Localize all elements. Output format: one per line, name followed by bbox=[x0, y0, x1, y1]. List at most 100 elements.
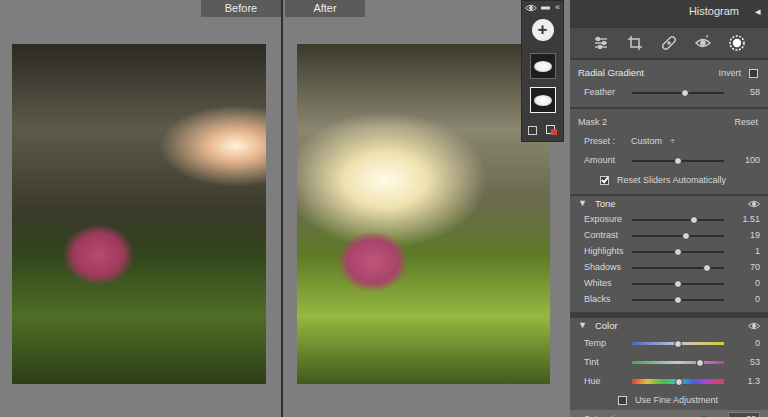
invert-checkbox[interactable] bbox=[749, 69, 758, 78]
slider-value[interactable]: 70 bbox=[728, 261, 760, 275]
slider-row[interactable]: Shadows 70 bbox=[570, 260, 768, 276]
slider-track[interactable] bbox=[632, 267, 724, 269]
slider-track[interactable] bbox=[632, 160, 724, 162]
slider-value[interactable]: 19 bbox=[728, 229, 760, 243]
after-photo bbox=[297, 44, 550, 384]
radial-gradient-section: Radial GradientInvertFeather58 bbox=[570, 58, 768, 107]
mask-title: Mask 2 bbox=[578, 116, 607, 130]
slider-thumb[interactable] bbox=[675, 378, 683, 386]
slider-label: Temp bbox=[584, 337, 628, 351]
slider-row[interactable]: Feather58 bbox=[570, 83, 768, 103]
collapse-button[interactable]: « bbox=[555, 1, 560, 15]
mask-thumbnail[interactable] bbox=[530, 87, 556, 113]
slider-label: Saturation bbox=[584, 413, 628, 417]
radial-header: Radial GradientInvert bbox=[570, 64, 768, 83]
reset-button[interactable]: Reset bbox=[734, 116, 758, 130]
masks-toolbar: « bbox=[522, 1, 563, 15]
slider-track[interactable] bbox=[632, 361, 724, 364]
invert-toggle[interactable]: Invert bbox=[718, 67, 758, 81]
slider-row[interactable]: Highlights 1 bbox=[570, 244, 768, 260]
color-toggle[interactable]: ▼ bbox=[578, 319, 587, 333]
slider-thumb[interactable] bbox=[682, 232, 690, 240]
slider-row[interactable]: Blacks0 bbox=[570, 292, 768, 308]
slider-value[interactable]: 1.3 bbox=[728, 375, 760, 389]
overlay-checkbox[interactable] bbox=[528, 126, 537, 135]
slider-value[interactable]: 100 bbox=[728, 154, 760, 168]
crop-icon[interactable] bbox=[626, 34, 644, 52]
histogram-title[interactable]: Histogram bbox=[689, 3, 739, 20]
slider-track[interactable] bbox=[632, 379, 724, 384]
auto-reset-toggle[interactable]: Reset Sliders Automatically bbox=[570, 171, 768, 190]
mask-thumbnail[interactable] bbox=[530, 53, 556, 79]
slider-value[interactable]: 0 bbox=[728, 277, 760, 291]
slider-thumb[interactable] bbox=[674, 340, 682, 348]
slider-thumb[interactable] bbox=[700, 416, 708, 417]
minimize-icon[interactable] bbox=[541, 6, 550, 10]
masks-panel: «+ bbox=[521, 0, 564, 142]
slider-row[interactable]: Hue1.3 bbox=[570, 372, 768, 391]
slider-thumb[interactable] bbox=[674, 296, 682, 304]
slider-track[interactable] bbox=[632, 251, 724, 253]
eye-icon[interactable] bbox=[525, 4, 537, 12]
preset-value[interactable]: Custom bbox=[631, 135, 662, 149]
edit-icon[interactable] bbox=[592, 34, 610, 52]
slider-value[interactable]: 53 bbox=[728, 356, 760, 370]
color-header[interactable]: ▼ Color bbox=[570, 318, 768, 334]
slider-track[interactable] bbox=[632, 342, 724, 345]
slider-label: Contrast bbox=[584, 229, 628, 243]
slider-thumb[interactable] bbox=[681, 89, 689, 97]
slider-thumb[interactable] bbox=[674, 248, 682, 256]
compare-divider[interactable] bbox=[281, 0, 283, 417]
slider-thumb[interactable] bbox=[696, 359, 704, 367]
add-mask-button[interactable]: + bbox=[532, 19, 554, 41]
slider-row[interactable]: Temp 0 bbox=[570, 334, 768, 353]
masks-footer bbox=[522, 123, 563, 137]
slider-value[interactable]: 58 bbox=[728, 86, 760, 100]
slider-value[interactable]: 1.51 bbox=[728, 213, 760, 227]
slider-thumb[interactable] bbox=[690, 216, 698, 224]
preset-label: Preset : bbox=[584, 135, 615, 149]
heal-icon[interactable] bbox=[660, 34, 678, 52]
eye-icon[interactable] bbox=[748, 200, 760, 208]
slider-track[interactable] bbox=[632, 92, 724, 94]
slider-thumb[interactable] bbox=[674, 280, 682, 288]
slider-thumb[interactable] bbox=[674, 157, 682, 165]
slider-label: Shadows bbox=[584, 261, 628, 275]
slider-row[interactable]: Saturation 60 bbox=[570, 410, 768, 417]
slider-value[interactable]: 60 bbox=[728, 412, 760, 417]
slider-thumb[interactable] bbox=[703, 264, 711, 272]
slider-row[interactable]: Contrast 19 bbox=[570, 228, 768, 244]
slider-track[interactable] bbox=[632, 283, 724, 285]
eye-icon[interactable] bbox=[748, 322, 760, 330]
color-title: Color bbox=[595, 319, 618, 333]
histogram-header[interactable]: Histogram ◂ bbox=[570, 0, 768, 22]
redeye-icon[interactable] bbox=[694, 34, 712, 52]
slider-row[interactable]: Exposure1.51 bbox=[570, 212, 768, 228]
slider-track[interactable] bbox=[632, 299, 724, 301]
slider-label: Whites bbox=[584, 277, 628, 291]
preset-arrow[interactable]: ÷ bbox=[670, 135, 675, 149]
slider-value[interactable]: 1 bbox=[728, 245, 760, 259]
tone-toggle[interactable]: ▼ bbox=[578, 197, 587, 211]
overlay-color-icon[interactable] bbox=[546, 125, 557, 135]
mask-section: Mask 2 Reset Preset : Custom ÷ Amount100Reset… bbox=[570, 107, 768, 194]
slider-row[interactable]: Amount100 bbox=[570, 151, 768, 171]
tool-strip bbox=[570, 28, 768, 58]
tone-header[interactable]: ▼Tone bbox=[570, 196, 768, 212]
slider-track[interactable] bbox=[632, 235, 724, 237]
histogram-collapse[interactable]: ◂ bbox=[755, 3, 761, 20]
invert-label: Invert bbox=[718, 67, 741, 81]
preset-dropdown[interactable]: Custom ÷ bbox=[631, 135, 675, 149]
before-label: Before bbox=[201, 0, 281, 17]
checkbox[interactable] bbox=[600, 176, 609, 185]
checkbox[interactable] bbox=[618, 396, 627, 405]
mask-icon[interactable] bbox=[728, 34, 746, 52]
slider-row[interactable]: Whites 0 bbox=[570, 276, 768, 292]
slider-value[interactable]: 0 bbox=[728, 337, 760, 351]
slider-row[interactable]: Tint53 bbox=[570, 353, 768, 372]
slider-label: Highlights bbox=[584, 245, 628, 259]
slider-value[interactable]: 0 bbox=[728, 293, 760, 307]
before-header: Before bbox=[12, 0, 281, 17]
slider-track[interactable] bbox=[632, 219, 724, 221]
fine-adjustment-toggle[interactable]: Use Fine Adjustment bbox=[570, 391, 768, 410]
